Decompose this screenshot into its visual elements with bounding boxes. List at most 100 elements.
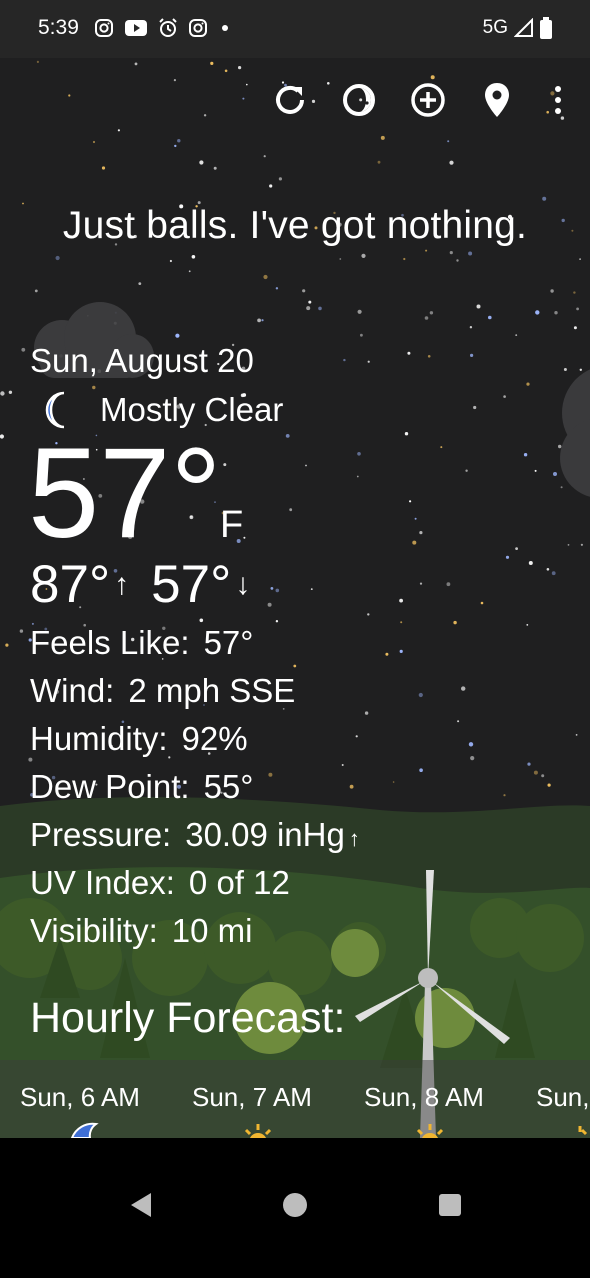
- signal-icon: [514, 18, 533, 37]
- star: [356, 475, 359, 478]
- home-icon[interactable]: [281, 1190, 309, 1220]
- star: [579, 368, 582, 371]
- star: [263, 155, 266, 158]
- star: [243, 536, 246, 539]
- star: [546, 568, 550, 571]
- star: [580, 543, 584, 546]
- star: [360, 333, 363, 337]
- hourly-item-label[interactable]: Sun, 6 AM: [20, 1082, 140, 1113]
- add-location-button[interactable]: [406, 78, 450, 122]
- star: [461, 686, 466, 691]
- star: [515, 547, 518, 550]
- star: [407, 351, 411, 355]
- hourly-item-label[interactable]: Sun,: [536, 1082, 590, 1113]
- refresh-icon: [276, 85, 304, 114]
- add-location-icon: [411, 83, 445, 117]
- star: [199, 618, 204, 623]
- detail-value: 30.09 inHg: [185, 816, 345, 853]
- instagram-icon: [95, 19, 113, 37]
- star: [339, 258, 342, 260]
- star: [289, 508, 293, 512]
- star: [412, 540, 417, 545]
- instagram-icon: [189, 19, 207, 37]
- star: [470, 353, 474, 357]
- star: [242, 97, 245, 100]
- refresh-button[interactable]: [268, 78, 312, 122]
- star: [523, 453, 528, 457]
- high-low-temps: 87° ↑ 57° ↓: [30, 554, 272, 615]
- star: [92, 385, 96, 390]
- theme-button[interactable]: [337, 78, 381, 122]
- detail-value: 10 mi: [171, 912, 253, 949]
- star: [527, 762, 531, 766]
- star: [224, 69, 228, 73]
- up-arrow-icon: ↑: [114, 567, 130, 601]
- recents-icon[interactable]: [437, 1190, 463, 1220]
- sun-icon: [416, 1124, 444, 1138]
- star: [440, 446, 443, 449]
- hourly-item-label[interactable]: Sun, 7 AM: [192, 1082, 312, 1113]
- star: [392, 781, 395, 783]
- low-temp: 57°: [151, 555, 232, 614]
- star: [134, 62, 138, 66]
- current-date: Sun, August 20: [30, 342, 254, 379]
- high-temp: 87°: [30, 555, 111, 614]
- star: [457, 720, 460, 723]
- star: [488, 315, 492, 320]
- star: [535, 310, 540, 315]
- star: [268, 772, 273, 777]
- star: [246, 83, 248, 86]
- navigation-bar: [0, 1138, 590, 1278]
- detail-value: 92%: [181, 720, 248, 757]
- star: [449, 160, 454, 165]
- star: [380, 135, 385, 140]
- star: [310, 588, 313, 590]
- star: [308, 300, 312, 304]
- star: [469, 326, 473, 329]
- star: [278, 177, 282, 181]
- back-icon[interactable]: [128, 1190, 154, 1220]
- detail-dew-point: Dew Point: 55°: [30, 768, 253, 806]
- star: [385, 652, 389, 656]
- star: [418, 692, 423, 698]
- hourly-forecast-list[interactable]: Sun, 6 AM Sun, 7 AM Sun, 8 AM Sun,: [0, 1060, 590, 1138]
- star: [563, 368, 567, 371]
- star: [424, 316, 429, 320]
- star: [275, 287, 279, 290]
- detail-wind: Wind: 2 mph SSE: [30, 672, 295, 710]
- star: [138, 282, 142, 285]
- theme-icon: [343, 84, 375, 116]
- star: [36, 60, 40, 63]
- star: [575, 734, 578, 736]
- star: [311, 99, 316, 103]
- star: [399, 649, 403, 654]
- battery-icon: [540, 17, 552, 39]
- star: [468, 742, 474, 747]
- star: [261, 319, 264, 322]
- star: [293, 664, 297, 668]
- star: [238, 66, 242, 70]
- star: [550, 289, 554, 293]
- star: [34, 289, 38, 293]
- star: [357, 452, 361, 456]
- star: [429, 311, 434, 315]
- hourly-item-label[interactable]: Sun, 8 AM: [364, 1082, 484, 1113]
- star: [5, 643, 9, 647]
- star: [447, 140, 450, 143]
- star: [210, 61, 214, 65]
- detail-label: Visibility:: [30, 912, 158, 949]
- star: [404, 432, 409, 436]
- current-temperature: 57°: [28, 422, 222, 565]
- star: [327, 82, 330, 85]
- star: [553, 472, 557, 476]
- star: [414, 517, 417, 520]
- star: [480, 601, 484, 605]
- star: [468, 251, 473, 256]
- detail-label: Pressure:: [30, 816, 172, 853]
- star: [505, 555, 510, 559]
- location-button[interactable]: [475, 78, 519, 122]
- detail-label: Dew Point:: [30, 768, 190, 805]
- star: [470, 756, 475, 761]
- star: [173, 79, 176, 82]
- more-options-button[interactable]: [536, 78, 580, 122]
